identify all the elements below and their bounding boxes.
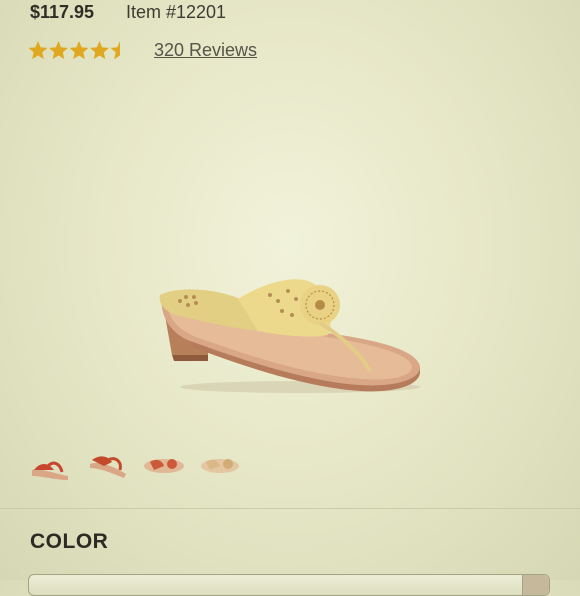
price: $117.95: [30, 2, 95, 22]
thumbnail-tan-sandal[interactable]: [198, 448, 242, 484]
rating-row: [28, 38, 130, 64]
star-full-icon: [28, 41, 48, 60]
color-option-label: COLOR: [30, 530, 109, 553]
chevron-down-icon: [522, 575, 549, 595]
star-rating: [28, 40, 130, 62]
star-full-icon: [48, 41, 69, 60]
reviews-link[interactable]: 320 Reviews: [154, 40, 257, 61]
color-select-dropdown[interactable]: [28, 574, 550, 596]
section-divider: [0, 508, 580, 509]
thumbnail-strip: [28, 448, 248, 488]
star-full-icon: [69, 41, 89, 60]
item-number: Item #12201: [126, 2, 227, 22]
thumbnail-red-sandal-top[interactable]: [142, 448, 186, 484]
star-full-icon: [89, 41, 110, 60]
product-main-image: [150, 255, 430, 405]
thumbnail-red-sandal-side[interactable]: [28, 448, 72, 484]
thumbnail-red-sandal-angle[interactable]: [86, 448, 130, 484]
star-half-icon: [110, 41, 120, 60]
